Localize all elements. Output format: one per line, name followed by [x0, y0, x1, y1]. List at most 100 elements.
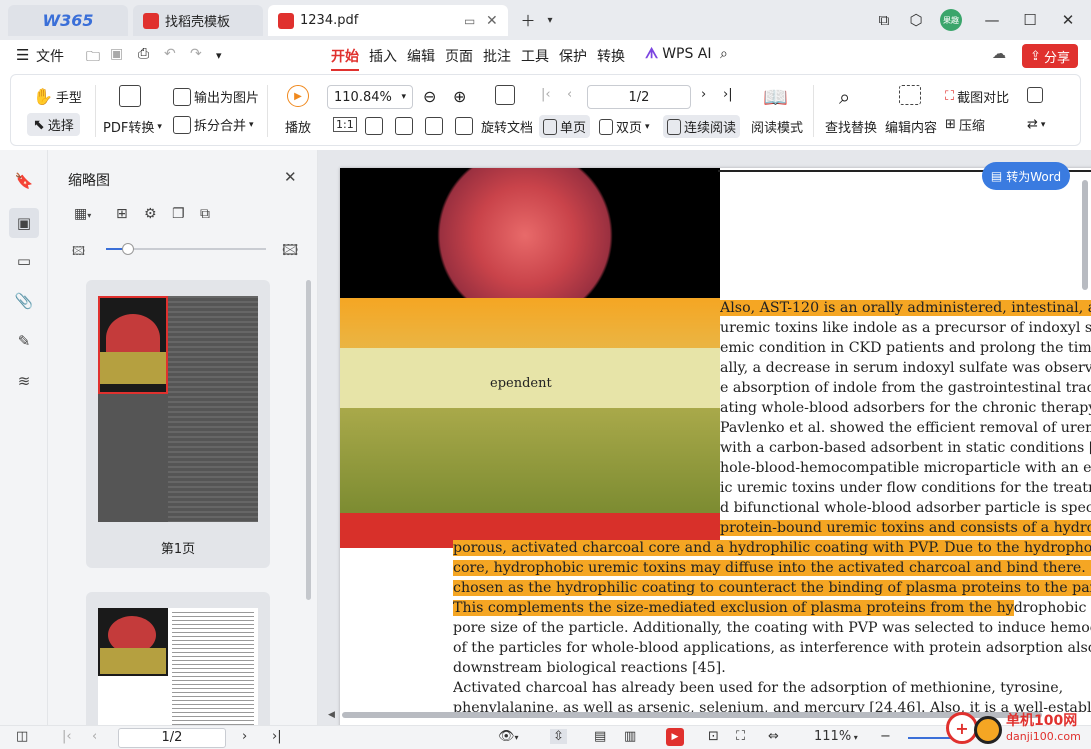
save-icon[interactable]: ▣ [110, 46, 123, 62]
close-tab-icon[interactable]: ✕ [486, 13, 498, 29]
slider-handle[interactable] [122, 243, 134, 255]
vertical-scrollbar[interactable] [1082, 180, 1088, 290]
zoom-select[interactable]: 110.84% ▾ [327, 85, 413, 109]
export-image-button[interactable]: 输出为图片 [173, 87, 259, 106]
avatar[interactable]: 果趣 [940, 9, 962, 31]
last-page-icon[interactable]: ›| [723, 87, 733, 102]
translate-icon[interactable] [1027, 87, 1043, 103]
split-merge-button[interactable]: 拆分合并 ▾ [173, 115, 254, 134]
highlighted-text[interactable]: protein-bound uremic toxins and consists… [720, 520, 1091, 536]
highlighted-text[interactable]: core, hydrophobic uremic toxins may diff… [453, 560, 1091, 576]
comment-icon[interactable]: ▭ [13, 250, 35, 272]
zoom-fit-icon[interactable]: ⇔ [768, 729, 779, 744]
rotate-doc-button[interactable]: 旋转文档 [481, 117, 533, 136]
status-page-input[interactable]: 1/2 [118, 728, 226, 748]
sidebar-toggle-icon[interactable]: ◫ [16, 729, 28, 744]
menu-file[interactable]: 文件 [36, 46, 64, 66]
thumbnail-icon[interactable]: ▣ [9, 208, 39, 238]
insert-page-icon[interactable]: ⊞ [116, 206, 128, 222]
attachment-icon[interactable]: 📎 [13, 290, 35, 312]
home-tab[interactable]: W365 [8, 5, 128, 36]
menu-insert[interactable]: 插入 [369, 46, 397, 66]
double-page-button[interactable]: 双页 ▾ [599, 117, 650, 136]
fullscreen-icon[interactable]: ⛶ [736, 729, 745, 744]
monitor-icon[interactable]: ▭ [464, 14, 475, 28]
window-layout-icon[interactable]: ⧉ [870, 8, 898, 32]
hamburger-icon[interactable]: ☰ [16, 46, 29, 64]
tab-pdf[interactable]: 1234.pdf ▭ ✕ [268, 5, 508, 36]
single-page-button[interactable]: 单页 [539, 115, 591, 138]
rotate-left-icon[interactable] [425, 117, 443, 135]
last-page-icon[interactable]: ›| [272, 729, 282, 744]
play-icon[interactable]: ▶ [287, 85, 309, 107]
select-tool-button[interactable]: ⬉ 选择 [27, 113, 80, 136]
convert-to-word-button[interactable]: ▤ 转为Word [982, 162, 1070, 190]
eye-icon[interactable]: 👁▾ [498, 729, 519, 744]
grid-view-icon[interactable]: ▦▾ [74, 206, 91, 222]
open-folder-icon[interactable]: 🗀 [86, 46, 100, 70]
next-page-icon[interactable]: › [701, 87, 706, 102]
rotate-right-icon[interactable] [455, 117, 473, 135]
cube-icon[interactable]: ⬡ [902, 8, 930, 32]
tab-template[interactable]: 找稻壳模板 [133, 5, 263, 36]
hand-tool-button[interactable]: ✋ 手型 [33, 87, 82, 106]
minimize-icon[interactable]: — [978, 8, 1006, 32]
first-page-icon[interactable]: |‹ [62, 729, 72, 744]
book-icon[interactable]: 📖 [763, 85, 788, 109]
bookmark-icon[interactable]: 🔖 [13, 170, 35, 192]
screenshot-compare-button[interactable]: ⛶ 截图对比 [945, 87, 1009, 106]
page-thumbnail-1[interactable]: 第1页 [86, 280, 270, 568]
horizontal-scrollbar[interactable] [342, 712, 1042, 718]
continuous-view-icon[interactable]: ⇳ [550, 729, 567, 744]
more-tools-icon[interactable]: ⇄ ▾ [1027, 117, 1045, 132]
wps-ai-button[interactable]: ᗑ WPS AI [645, 46, 712, 62]
undo-icon[interactable]: ↶ [164, 46, 176, 62]
next-page-icon[interactable]: › [242, 729, 247, 744]
rotate-doc-icon[interactable] [495, 85, 515, 105]
play-button[interactable]: 播放 [285, 117, 311, 136]
compress-button[interactable]: ⊞ 压缩 [945, 115, 985, 134]
share-button[interactable]: ⇪ 分享 [1022, 44, 1078, 68]
pdf-convert-button[interactable]: PDF转换 ▾ [103, 117, 162, 136]
actual-size-icon[interactable]: 1:1 [333, 117, 357, 132]
fit-icon[interactable]: ⊡ [708, 729, 719, 744]
reading-mode-button[interactable]: 阅读模式 [751, 117, 803, 136]
edit-content-icon[interactable] [899, 85, 921, 105]
redo-icon[interactable]: ↷ [190, 46, 202, 62]
magnifier-icon[interactable]: ⌕ [839, 85, 850, 109]
extract-page-icon[interactable]: ⧉ [200, 206, 210, 222]
page-thumbnail-2[interactable] [86, 592, 270, 732]
fit-width-icon[interactable] [395, 117, 413, 135]
highlighted-text[interactable]: Also, AST-120 is an orally administered,… [720, 300, 1091, 316]
scroll-left-icon[interactable]: ◀ [328, 710, 335, 720]
menu-convert[interactable]: 转换 [597, 46, 625, 66]
highlighted-text[interactable]: This complements the size-mediated exclu… [453, 600, 1014, 616]
edit-content-button[interactable]: 编辑内容 [885, 117, 937, 136]
highlighted-text[interactable]: porous, activated charcoal core and a hy… [453, 540, 1091, 556]
zoom-out-icon[interactable]: ⊖ [423, 87, 436, 106]
close-panel-icon[interactable]: ✕ [284, 168, 297, 186]
menu-start[interactable]: 开始 [331, 46, 359, 71]
page-input[interactable]: 1/2 [587, 85, 691, 109]
fit-page-icon[interactable] [365, 117, 383, 135]
more-chevron-icon[interactable]: ▾ [216, 49, 222, 62]
signature-icon[interactable]: ✎ [13, 330, 35, 352]
zoom-in-icon[interactable]: ⊕ [453, 87, 466, 106]
menu-edit[interactable]: 编辑 [407, 46, 435, 66]
search-icon[interactable]: ⌕ [720, 46, 728, 62]
highlighted-text[interactable]: chosen as the hydrophilic coating to cou… [453, 580, 1091, 596]
zoom-out-icon[interactable]: − [880, 729, 891, 744]
prev-page-icon[interactable]: ‹ [92, 729, 97, 744]
copy-page-icon[interactable]: ❐ [172, 206, 185, 222]
thumbnail-scrollbar[interactable] [306, 280, 311, 600]
continuous-read-button[interactable]: 连续阅读 [663, 115, 741, 138]
play-status-icon[interactable]: ▶ [666, 728, 684, 746]
maximize-icon[interactable]: ☐ [1016, 8, 1044, 32]
layers-icon[interactable]: ≋ [13, 370, 35, 392]
single-view-icon[interactable]: ▤ [594, 729, 606, 744]
pdf-convert-icon[interactable] [119, 85, 141, 107]
print-icon[interactable]: ⎙ [138, 46, 149, 62]
thumb-size-slider[interactable] [106, 243, 266, 255]
cloud-upload-icon[interactable]: ☁ [992, 46, 1006, 62]
menu-page[interactable]: 页面 [445, 46, 473, 66]
